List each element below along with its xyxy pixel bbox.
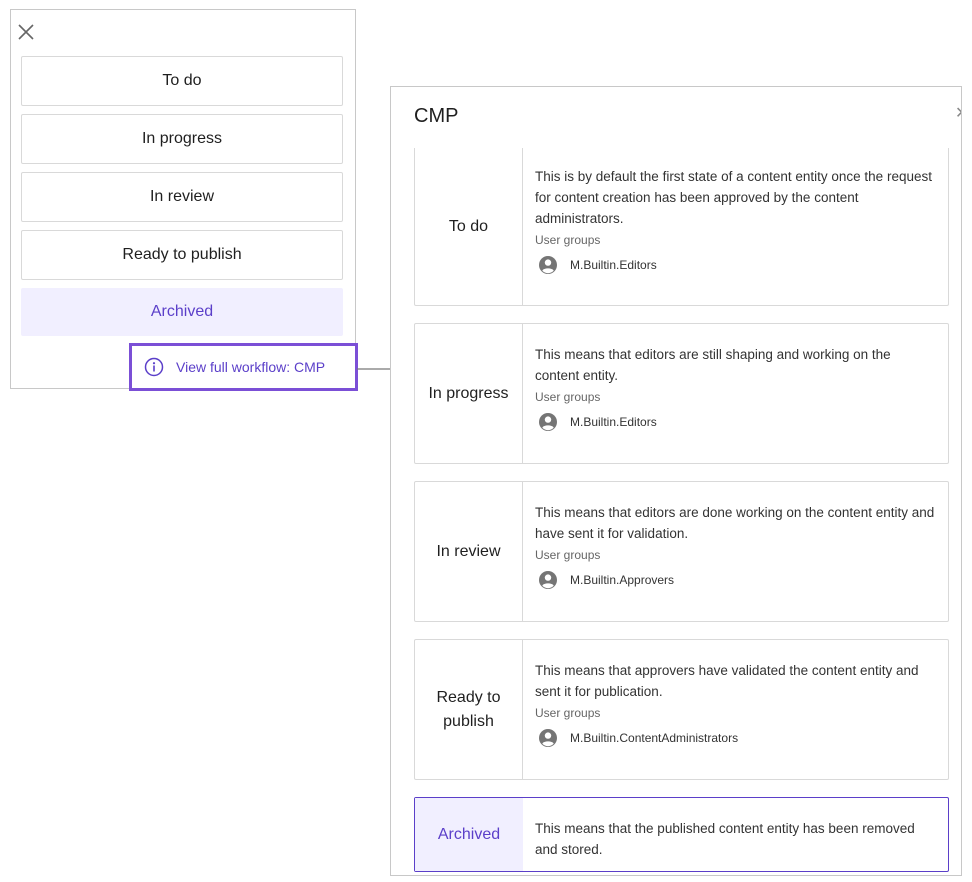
user-group-item: M.Builtin.Approvers	[535, 570, 936, 590]
state-selector-panel: To do In progress In review Ready to pub…	[10, 9, 358, 391]
state-button-label: In progress	[141, 130, 223, 147]
close-button[interactable]	[15, 21, 37, 43]
view-full-workflow-link[interactable]: View full workflow: CMP	[129, 343, 358, 391]
state-button-in-progress[interactable]: In progress	[21, 114, 343, 164]
user-group-name: M.Builtin.Editors	[570, 258, 657, 272]
user-group-name: M.Builtin.ContentAdministrators	[570, 731, 739, 745]
close-icon	[18, 24, 34, 40]
card-state-label: Archived	[415, 798, 523, 871]
card-state-label: Ready to publish	[415, 640, 523, 779]
workflow-state-card-ready-to-publish: Ready to publish This means that approve…	[414, 639, 949, 780]
state-button-in-review[interactable]: In review	[21, 172, 343, 222]
state-button-ready-to-publish[interactable]: Ready to publish	[21, 230, 343, 280]
workflow-state-card-to-do: To do This is by default the first state…	[414, 148, 949, 306]
user-groups-heading: User groups	[535, 548, 601, 562]
card-state-label: To do	[415, 148, 523, 305]
user-groups-heading: User groups	[535, 390, 601, 404]
card-description: This means that approvers have validated…	[535, 663, 919, 699]
card-description: This means that editors are done working…	[535, 505, 935, 541]
user-groups-heading: User groups	[535, 233, 601, 247]
workflow-state-card-archived: Archived This means that the published c…	[414, 797, 949, 872]
card-description: This means that the published content en…	[535, 821, 915, 857]
card-description: This is by default the first state of a …	[535, 169, 932, 226]
state-button-label: To do	[162, 72, 202, 89]
card-state-label-text: Ready to publish	[436, 688, 501, 730]
card-state-label: In progress	[415, 324, 523, 463]
card-description: This means that editors are still shapin…	[535, 347, 891, 383]
state-button-label: Ready to publish	[122, 246, 242, 263]
state-button-archived[interactable]: Archived	[21, 288, 343, 336]
user-group-name: M.Builtin.Editors	[570, 415, 657, 429]
user-groups-heading: User groups	[535, 706, 601, 720]
workflow-details-panel: CMP ✕ To do This is by default the first…	[390, 86, 962, 876]
workflow-state-card-in-progress: In progress This means that editors are …	[414, 323, 949, 464]
user-group-item: M.Builtin.ContentAdministrators	[535, 728, 936, 748]
user-icon	[538, 728, 558, 748]
user-group-item: M.Builtin.Editors	[535, 255, 936, 275]
user-icon	[538, 570, 558, 590]
user-group-name: M.Builtin.Approvers	[570, 573, 675, 587]
user-group-item: M.Builtin.Editors	[535, 412, 936, 432]
info-icon	[144, 357, 164, 377]
state-button-to-do[interactable]: To do	[21, 56, 343, 106]
user-icon	[538, 412, 558, 432]
state-button-label: In review	[149, 188, 215, 205]
workflow-state-card-in-review: In review This means that editors are do…	[414, 481, 949, 622]
card-state-label: In review	[415, 482, 523, 621]
panel-title: CMP	[414, 105, 459, 127]
user-icon	[538, 255, 558, 275]
view-full-workflow-label: View full workflow: CMP	[176, 359, 326, 375]
state-button-label: Archived	[150, 303, 214, 320]
close-icon[interactable]: ✕	[955, 103, 961, 119]
